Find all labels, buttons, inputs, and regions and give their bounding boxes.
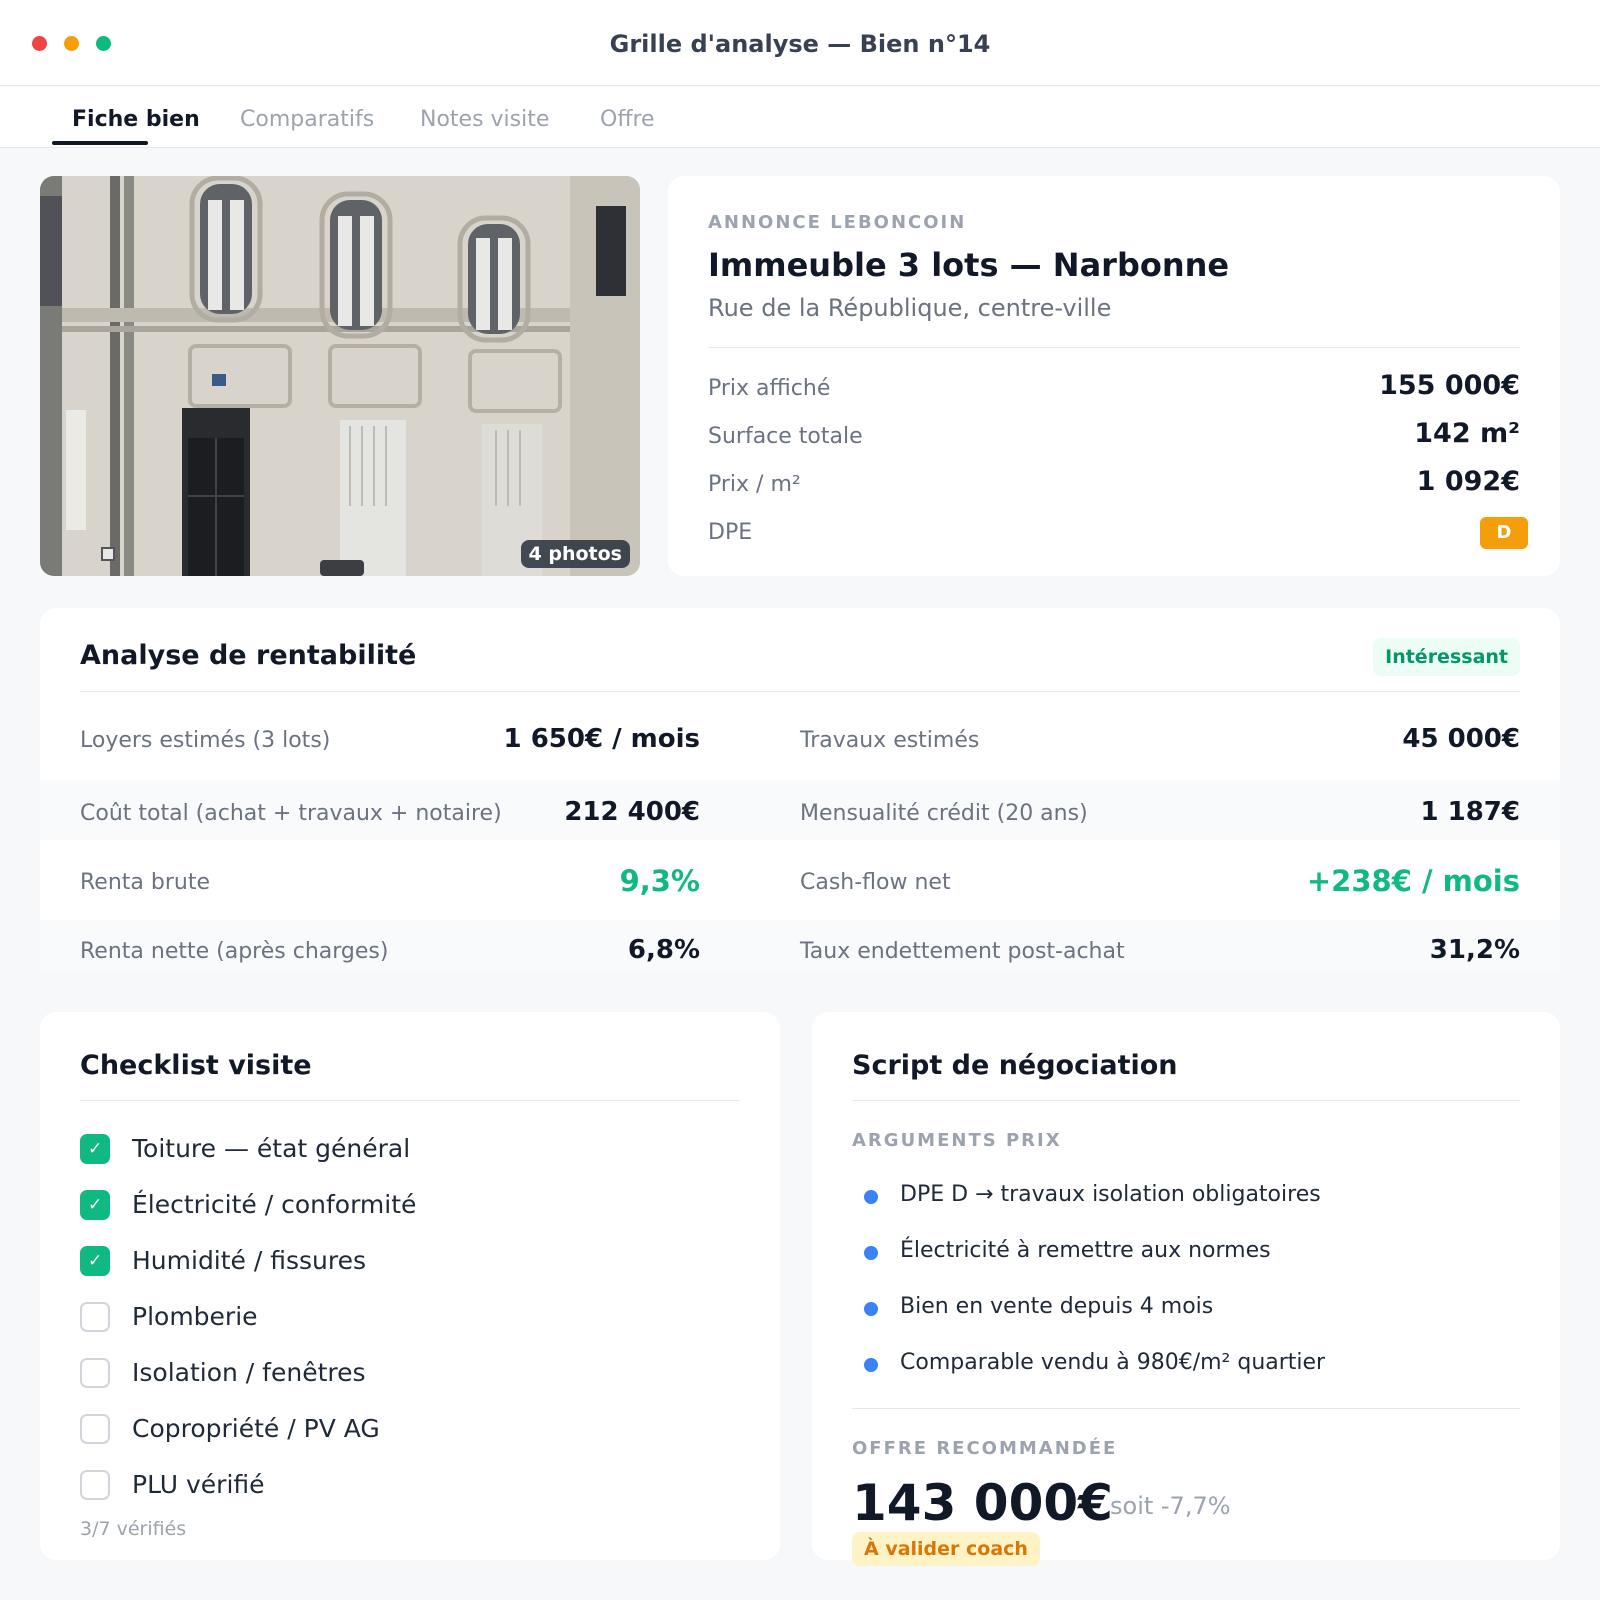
net-yield-label: Renta nette (après charges) <box>80 939 389 964</box>
offer-price: 143 000€ <box>852 1474 1113 1532</box>
checkbox-checked[interactable]: ✓ <box>80 1190 110 1220</box>
checkbox-checked[interactable]: ✓ <box>80 1246 110 1276</box>
cashflow-value: +238€ / mois <box>1306 864 1520 898</box>
argument-item: Comparable vendu à 980€/m² quartier <box>900 1350 1326 1375</box>
analysis-status-badge: Intéressant <box>1373 638 1520 676</box>
check-icon: ✓ <box>88 1139 103 1159</box>
tab-offre[interactable]: Offre <box>600 107 655 132</box>
bullet-icon <box>864 1246 878 1260</box>
active-tab-indicator <box>52 141 148 145</box>
analysis-title: Analyse de rentabilité <box>80 640 417 671</box>
checklist-item-label: Humidité / fissures <box>132 1246 367 1275</box>
price-per-m2-label: Prix / m² <box>708 472 801 497</box>
checklist-item-label: Toiture — état général <box>132 1134 411 1163</box>
offer-delta: soit -7,7% <box>1110 1492 1231 1520</box>
dpe-badge: D <box>1480 517 1528 549</box>
net-yield-value: 6,8% <box>627 935 700 965</box>
negotiation-divider <box>852 1100 1520 1101</box>
photo-count-badge[interactable]: 4 photos <box>520 540 630 568</box>
rents-label: Loyers estimés (3 lots) <box>80 728 331 753</box>
tab-bar: Fiche bien Comparatifs Notes visite Offr… <box>0 87 1600 148</box>
loan-payment-value: 1 187€ <box>1420 797 1520 827</box>
checklist-divider <box>80 1100 740 1101</box>
price-value: 155 000€ <box>1379 370 1520 401</box>
building-facade-image <box>40 176 640 576</box>
checklist-item-label: Isolation / fenêtres <box>132 1358 366 1387</box>
analysis-divider <box>80 691 1520 692</box>
bullet-icon <box>864 1358 878 1372</box>
total-cost-value: 212 400€ <box>564 797 700 827</box>
checklist-item-label: Copropriété / PV AG <box>132 1414 380 1443</box>
negotiation-card: Script de négociation ARGUMENTS PRIX DPE… <box>812 1012 1560 1566</box>
checkbox-unchecked[interactable] <box>80 1414 110 1444</box>
negotiation-title: Script de négociation <box>852 1050 1178 1081</box>
check-icon: ✓ <box>88 1195 103 1215</box>
listing-address: Rue de la République, centre-ville <box>708 294 1112 322</box>
bullet-icon <box>864 1302 878 1316</box>
analysis-card: Analyse de rentabilité Intéressant Loyer… <box>40 608 1560 972</box>
checkbox-checked[interactable]: ✓ <box>80 1134 110 1164</box>
checklist-item-label: Électricité / conformité <box>132 1190 417 1219</box>
surface-value: 142 m² <box>1414 418 1520 449</box>
loan-payment-label: Mensualité crédit (20 ans) <box>800 801 1088 826</box>
window-titlebar: Grille d'analyse — Bien n°14 <box>0 0 1600 86</box>
coach-validation-badge: À valider coach <box>852 1532 1040 1566</box>
works-value: 45 000€ <box>1402 724 1520 754</box>
checklist-progress: 3/7 vérifiés <box>80 1518 187 1540</box>
rents-value: 1 650€ / mois <box>503 724 700 754</box>
offer-heading: OFFRE RECOMMANDÉE <box>852 1438 1118 1459</box>
gross-yield-value: 9,3% <box>619 864 700 898</box>
argument-item: Bien en vente depuis 4 mois <box>900 1294 1214 1319</box>
arguments-heading: ARGUMENTS PRIX <box>852 1130 1062 1151</box>
tab-notes-visite[interactable]: Notes visite <box>420 107 549 132</box>
listing-source: ANNONCE LEBONCOIN <box>708 212 967 233</box>
gross-yield-label: Renta brute <box>80 870 210 895</box>
offer-divider <box>852 1408 1520 1409</box>
property-photo[interactable]: 4 photos <box>40 176 640 576</box>
checklist-item-label: PLU vérifié <box>132 1470 265 1499</box>
argument-item: Électricité à remettre aux normes <box>900 1238 1271 1263</box>
checkbox-unchecked[interactable] <box>80 1358 110 1388</box>
argument-item: DPE D → travaux isolation obligatoires <box>900 1182 1321 1207</box>
checklist-title: Checklist visite <box>80 1050 312 1081</box>
check-icon: ✓ <box>88 1251 103 1271</box>
listing-card: ANNONCE LEBONCOIN Immeuble 3 lots — Narb… <box>668 176 1560 576</box>
window-title: Grille d'analyse — Bien n°14 <box>609 30 991 58</box>
bullet-icon <box>864 1190 878 1204</box>
price-per-m2-value: 1 092€ <box>1416 466 1520 497</box>
checkbox-unchecked[interactable] <box>80 1470 110 1500</box>
tab-comparatifs[interactable]: Comparatifs <box>240 107 374 132</box>
checkbox-unchecked[interactable] <box>80 1302 110 1332</box>
listing-divider <box>708 347 1520 348</box>
debt-ratio-value: 31,2% <box>1429 935 1520 965</box>
cashflow-label: Cash-flow net <box>800 870 951 895</box>
tab-fiche-bien[interactable]: Fiche bien <box>72 107 200 132</box>
price-label: Prix affiché <box>708 376 831 401</box>
total-cost-label: Coût total (achat + travaux + notaire) <box>80 801 502 826</box>
surface-label: Surface totale <box>708 424 863 449</box>
listing-title: Immeuble 3 lots — Narbonne <box>708 246 1230 284</box>
checklist-item-label: Plomberie <box>132 1302 258 1331</box>
debt-ratio-label: Taux endettement post-achat <box>800 939 1125 964</box>
works-label: Travaux estimés <box>800 728 980 753</box>
checklist-card: Checklist visite ✓ Toiture — état généra… <box>40 1012 780 1560</box>
dpe-label: DPE <box>708 520 753 545</box>
